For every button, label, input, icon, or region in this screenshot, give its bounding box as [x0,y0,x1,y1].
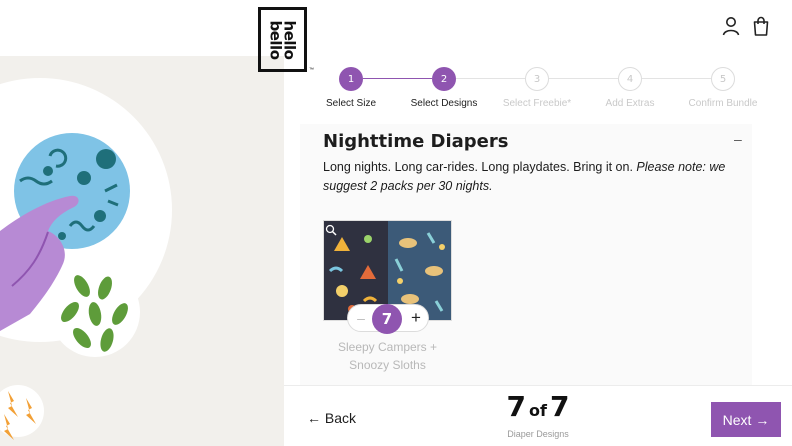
step-4-indicator: 4 [618,67,642,91]
step-connector [642,78,711,79]
step-connector [363,78,432,79]
step-3-label: Select Freebie* [502,98,572,109]
step-connector [456,78,525,79]
magnifier-icon[interactable] [325,224,337,236]
increase-quantity-button[interactable]: + [408,309,424,327]
step-5-indicator: 5 [711,67,735,91]
product-name: Sleepy Campers + Snoozy Sloths [337,340,438,372]
step-2-label: Select Designs [410,98,478,109]
next-button[interactable]: Next → [711,402,781,437]
quantity-stepper: – 7 + [347,304,429,334]
user-icon[interactable] [721,16,741,36]
decrease-quantity-button[interactable]: – [354,310,368,326]
build-bundle-page: hello bello ™ 1 2 3 4 5 Select Size Sele… [0,0,792,446]
counter-of: of [529,401,547,420]
collapse-toggle[interactable]: – [734,131,742,147]
description-text: Long nights. Long car-rides. Long playda… [323,160,633,174]
design-counter: 7 of 7 [498,390,578,423]
brand-logo[interactable]: hello bello [258,7,307,72]
step-1-label: Select Size [325,98,377,109]
counter-caption: Diaper Designs [507,429,569,439]
step-1-indicator[interactable]: 1 [339,67,363,91]
progress-stepper: 1 2 3 4 5 Select Size Select Designs Sel… [284,66,792,112]
selected-count: 7 [506,390,527,423]
step-connector [549,78,618,79]
step-3-indicator: 3 [525,67,549,91]
quantity-value: 7 [372,304,402,334]
back-button[interactable]: ← Back [307,410,356,426]
brand-logo-text: hello bello [266,20,299,59]
total-count: 7 [549,390,570,423]
step-2-indicator[interactable]: 2 [432,67,456,91]
step-4-label: Add Extras [605,98,655,109]
section-title: Nighttime Diapers [323,131,509,152]
shopping-bag-icon[interactable] [751,16,771,36]
step-5-label: Confirm Bundle [688,98,758,109]
section-description: Long nights. Long car-rides. Long playda… [323,158,753,196]
hero-illustration [0,56,284,446]
